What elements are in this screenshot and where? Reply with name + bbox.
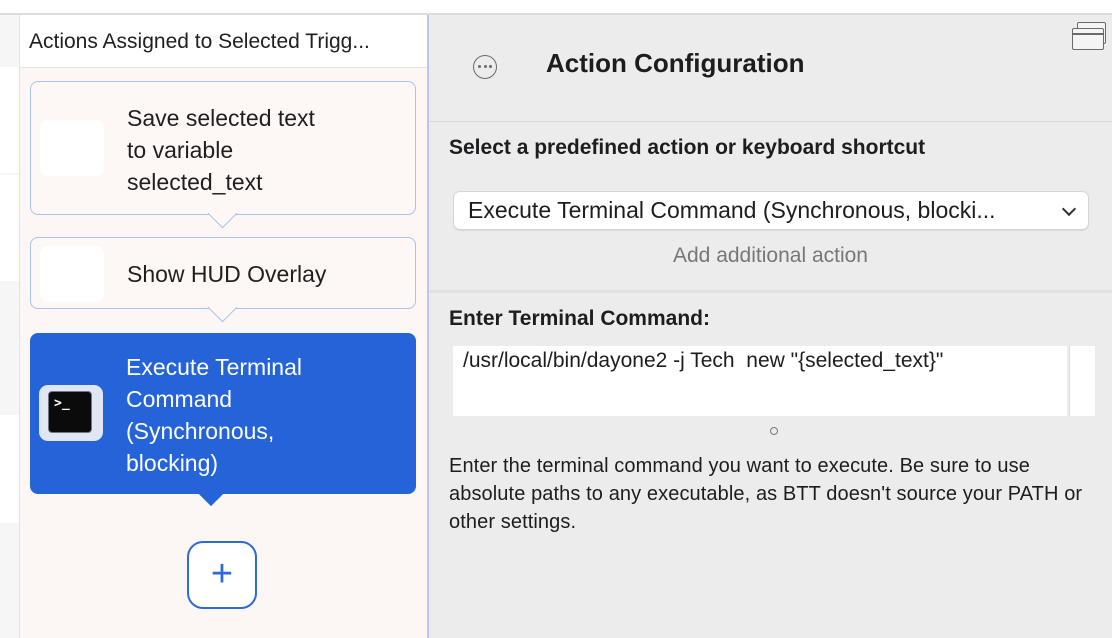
chevron-down-icon — [1061, 201, 1077, 217]
action-card-save-selected-text[interactable]: Save selected text to variable selected_… — [30, 81, 416, 229]
action-label: Execute Terminal Command (Synchronous, b… — [126, 354, 302, 476]
terminal-icon: >_ — [39, 385, 103, 441]
action-card-show-hud-overlay[interactable]: Show HUD Overlay — [30, 237, 416, 323]
terminal-command-heading: Enter Terminal Command: — [449, 307, 710, 330]
command-scrollbar[interactable] — [1069, 346, 1095, 416]
card-pointer — [207, 198, 238, 229]
action-configuration-pane: Action Configuration Select a predefined… — [429, 15, 1112, 638]
action-card-execute-terminal-command[interactable]: >_ Execute Terminal Command (Synchronous… — [30, 333, 416, 507]
trigger-row[interactable] — [0, 415, 19, 523]
terminal-command-help: Enter the terminal command you want to e… — [449, 455, 1083, 533]
top-edge — [0, 0, 1112, 15]
terminal-command-text: /usr/local/bin/dayone2 -j Tech new "{sel… — [463, 349, 944, 372]
add-additional-action-link[interactable]: Add additional action — [429, 244, 1112, 268]
card-pointer — [196, 477, 226, 507]
resize-handle[interactable] — [770, 427, 778, 435]
trigger-row[interactable] — [0, 67, 19, 173]
predefined-action-select[interactable]: Execute Terminal Command (Synchronous, b… — [453, 191, 1089, 230]
predefined-action-heading: Select a predefined action or keyboard s… — [449, 136, 926, 159]
add-action-button[interactable]: + — [187, 541, 257, 609]
config-title: Action Configuration — [546, 48, 805, 78]
action-icon-placeholder — [40, 120, 104, 176]
actions-column: Actions Assigned to Selected Trigg... Sa… — [20, 15, 429, 638]
action-label: Save selected text to variable selected_… — [127, 105, 315, 195]
action-icon-placeholder — [40, 246, 104, 302]
trigger-row[interactable] — [0, 175, 19, 281]
trigger-list-edge — [0, 15, 20, 638]
card-pointer — [207, 292, 238, 323]
more-options-icon[interactable] — [473, 55, 497, 79]
window-icon[interactable] — [1072, 22, 1106, 50]
config-header: Action Configuration — [429, 15, 1112, 122]
plus-icon: + — [210, 553, 234, 595]
actions-column-title: Actions Assigned to Selected Trigg... — [29, 30, 370, 53]
action-label: Show HUD Overlay — [127, 261, 327, 287]
actions-column-header: Actions Assigned to Selected Trigg... — [20, 15, 427, 68]
select-value: Execute Terminal Command (Synchronous, b… — [468, 197, 996, 223]
section-divider — [429, 290, 1112, 293]
terminal-command-input[interactable]: /usr/local/bin/dayone2 -j Tech new "{sel… — [453, 346, 1067, 416]
